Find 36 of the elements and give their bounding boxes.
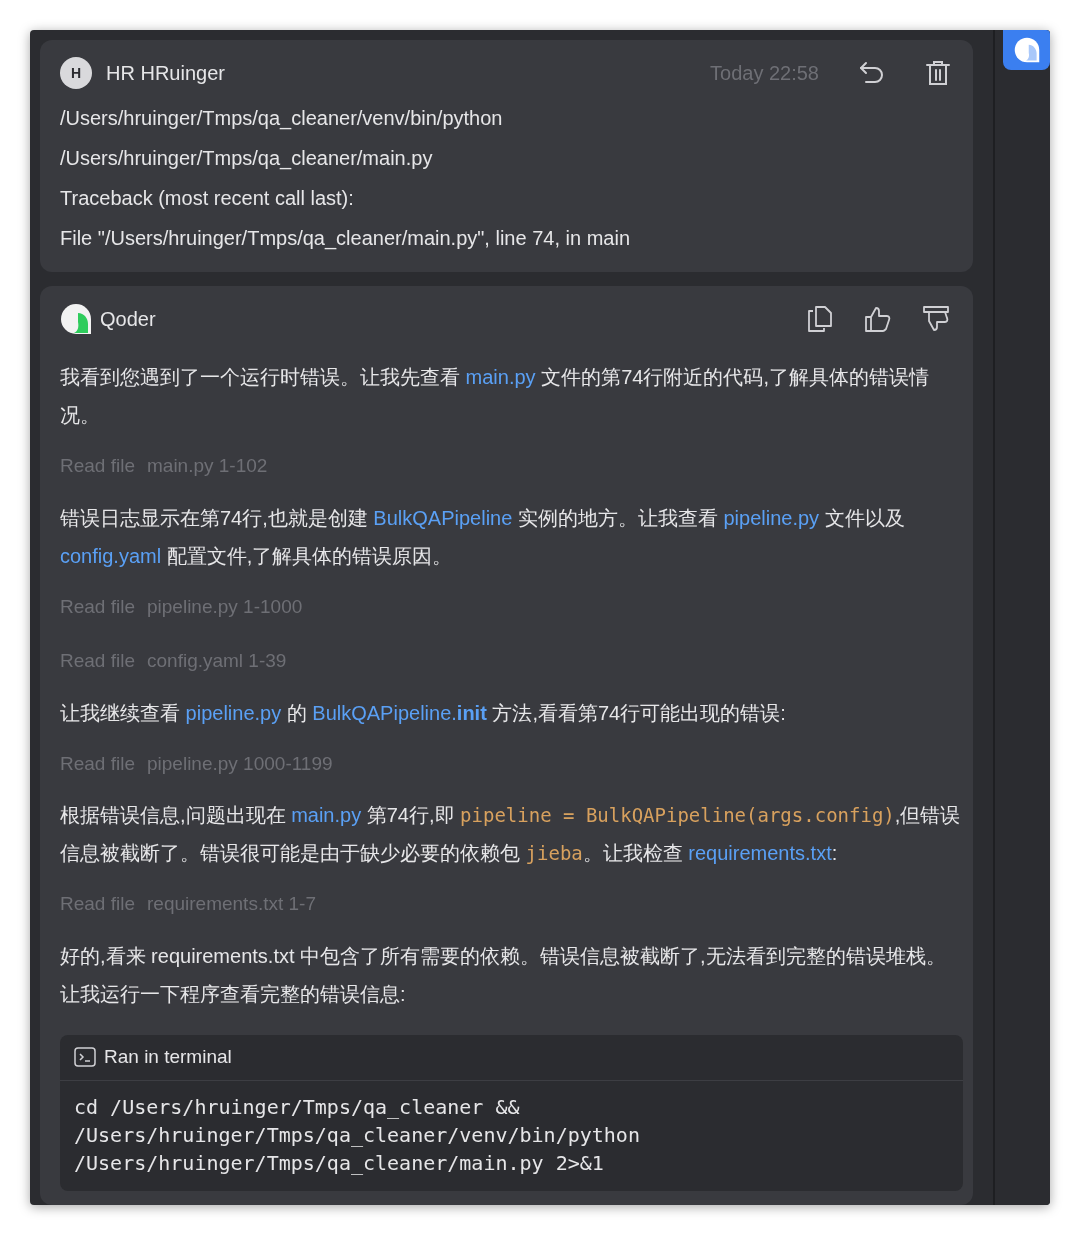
message-paragraph: 根据错误信息,问题出现在 main.py 第74行,即 pipeline = BulkQAPipeline(args.config),但错误信息被截断了。错误很可能是由于缺少必要的依赖包 jieba。让我检查 requirements.txt: — [60, 803, 962, 866]
command-line: /Users/hruinger/Tmps/qa_cleaner/main.py 2>&1 — [74, 1149, 605, 1177]
file-link[interactable]: BulkQAPipeline.init — [312, 701, 487, 724]
file-link[interactable]: pipeline.py — [723, 506, 820, 529]
delete-button[interactable] — [923, 58, 953, 88]
assistant-name: Qoder — [100, 307, 156, 332]
file-link[interactable]: BulkQAPipeline — [373, 506, 513, 529]
message-paragraph: 让我继续查看 pipeline.py 的 BulkQAPipeline.init 方法,看看第74行可能出现的错误: — [60, 700, 787, 726]
terminal-icon — [74, 1047, 96, 1067]
message-paragraph: 错误日志显示在第74行,也就是创建 BulkQAPipeline 实例的地方。让我查看 pipeline.py 文件以及 config.yaml 配置文件,了解具体的错误原因。 — [60, 505, 906, 569]
file-link[interactable]: config.yaml — [60, 544, 162, 567]
message-line: /Users/hruinger/Tmps/qa_cleaner/main.py — [60, 146, 434, 172]
message-line: /Users/hruinger/Tmps/qa_cleaner/venv/bin/python — [60, 106, 504, 132]
thumbs-up-button[interactable] — [863, 304, 893, 334]
copy-icon — [808, 306, 832, 332]
message-line: Traceback (most recent call last): — [60, 186, 355, 211]
file-link[interactable]: requirements.txt — [688, 842, 832, 864]
author-name: HR HRuinger — [106, 61, 225, 86]
message-paragraph: 好的,看来 requirements.txt 中包含了所有需要的依赖。错误信息被截断了,无法看到完整的错误堆栈。让我运行一下程序查看完整的错误信息: — [60, 943, 947, 1007]
trash-icon — [926, 60, 950, 86]
undo-icon — [859, 61, 885, 85]
command-line: /Users/hruinger/Tmps/qa_cleaner/venv/bin/python — [74, 1121, 641, 1149]
file-link[interactable]: main.py — [291, 804, 362, 826]
message-paragraph: 我看到您遇到了一个运行时错误。让我先查看 main.py 文件的第74行附近的代码,了解具体的错误情况。 — [60, 365, 930, 428]
thumbs-down-button[interactable] — [921, 304, 951, 334]
message-line: File "/Users/hruinger/Tmps/qa_cleaner/main.py", line 74, in main — [60, 226, 631, 252]
thumbs-down-icon — [923, 306, 949, 332]
thumbs-up-icon — [865, 306, 891, 332]
app-logo-icon[interactable] — [1003, 30, 1050, 70]
file-link[interactable]: main.py — [465, 366, 536, 388]
qoder-logo-icon — [60, 303, 92, 335]
terminal-title: Ran in terminal — [104, 1044, 232, 1069]
file-link[interactable]: pipeline.py — [185, 701, 282, 724]
user-avatar: H — [60, 57, 92, 89]
command-line: cd /Users/hruinger/Tmps/qa_cleaner && — [74, 1093, 521, 1121]
copy-button[interactable] — [805, 304, 835, 334]
